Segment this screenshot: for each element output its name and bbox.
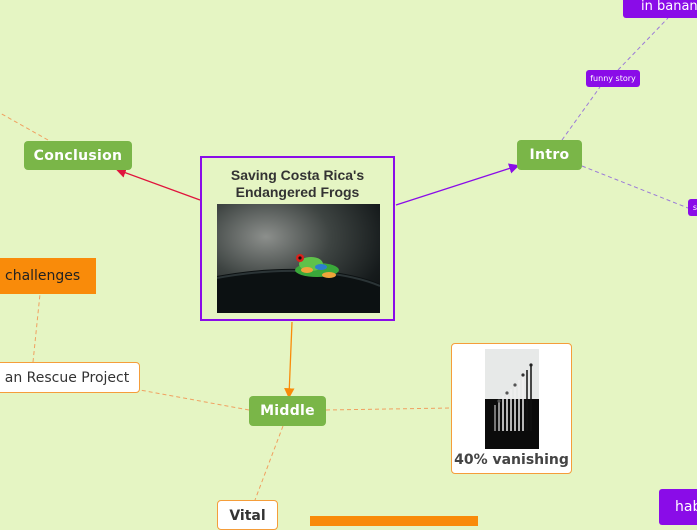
link-middle-rescue — [139, 389, 250, 411]
link-conclusion-offscreen — [0, 112, 49, 141]
link-central-intro — [395, 163, 520, 206]
matchsticks-photo — [485, 349, 539, 449]
challenges-node[interactable]: challenges — [0, 258, 96, 294]
link-middle-vanishing — [325, 407, 452, 411]
frog-photo — [217, 204, 380, 313]
intro-node[interactable]: Intro — [517, 140, 582, 170]
small-purple-node[interactable]: s — [688, 199, 697, 216]
link-intro-funnystory — [561, 86, 601, 141]
funny-story-node[interactable]: funny story — [586, 70, 640, 87]
vanishing-node[interactable]: 40% vanishing — [451, 343, 572, 474]
middle-node[interactable]: Middle — [249, 396, 326, 426]
conclusion-node[interactable]: Conclusion — [24, 141, 132, 170]
banana-node[interactable]: in banan — [623, 0, 697, 18]
link-intro-small — [581, 165, 689, 209]
link-funnystory-banana — [617, 17, 669, 71]
central-title-line2: Endangered Frogs — [235, 184, 360, 200]
vanishing-label: 40% vanishing — [454, 452, 569, 468]
frog-illustration — [217, 254, 380, 313]
central-title-line1: Saving Costa Rica's — [230, 167, 365, 183]
orange-node-bottom[interactable] — [310, 516, 478, 526]
link-central-middle — [284, 321, 295, 399]
link-rescue-challenges — [32, 293, 41, 363]
central-topic[interactable]: Saving Costa Rica's Endangered Frogs — [200, 156, 395, 321]
vital-node[interactable]: Vital — [217, 500, 278, 530]
central-topic-title: Saving Costa Rica's Endangered Frogs — [202, 167, 393, 201]
link-middle-vital — [254, 425, 284, 501]
rescue-project-node[interactable]: an Rescue Project — [0, 362, 140, 393]
link-central-conclusion — [115, 167, 201, 201]
